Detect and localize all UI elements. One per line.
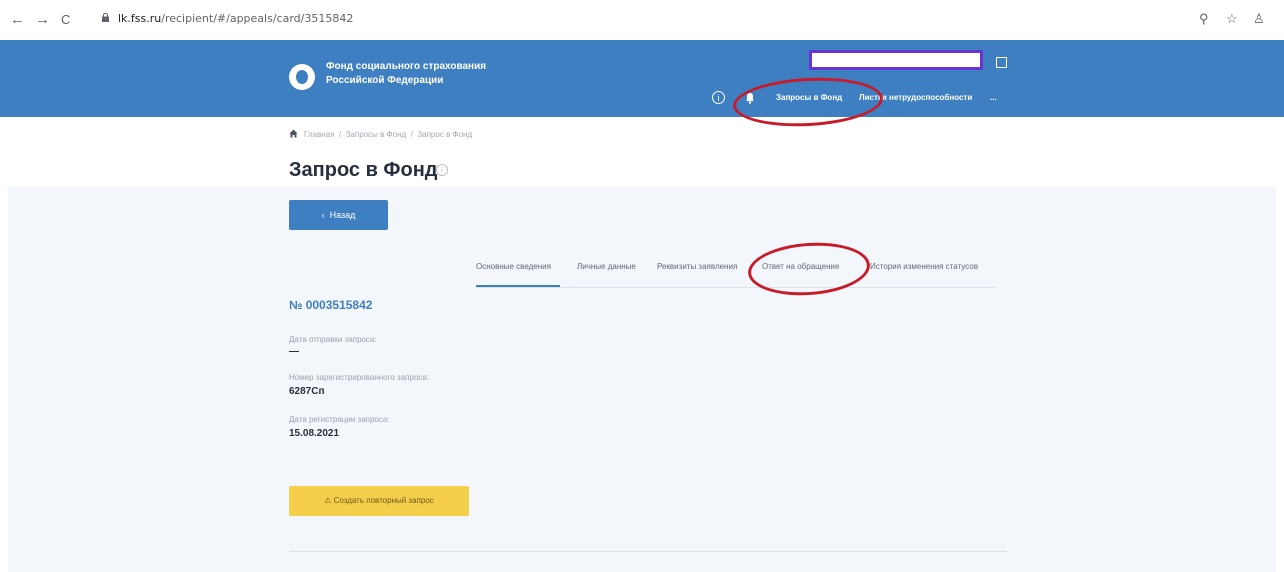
logout-icon[interactable] <box>996 57 1007 68</box>
reg-date-value: 15.08.2021 <box>289 428 340 439</box>
breadcrumb-item-requests[interactable]: Запросы в Фонд <box>346 130 407 139</box>
nav-more-link[interactable]: ... <box>990 93 997 102</box>
reg-number-value: 6287Сп <box>289 386 325 397</box>
page-title: Запрос в Фонд <box>289 159 438 181</box>
bottom-divider <box>289 551 1007 552</box>
main-content <box>8 187 1276 572</box>
reload-icon[interactable]: C <box>61 11 70 29</box>
send-date-label: Дата отправки запроса: <box>289 335 377 344</box>
logo-line-1: Фонд социального страхования <box>326 61 487 72</box>
reg-number-label: Номер зарегистрированного запроса: <box>289 373 430 382</box>
repeat-request-button[interactable]: ⚠ Создать повторный запрос <box>289 486 469 516</box>
url-path: /recipient/#/appeals/card/3515842 <box>161 12 354 25</box>
home-icon[interactable] <box>289 129 298 138</box>
repeat-request-label: Создать повторный запрос <box>333 496 434 505</box>
address-bar[interactable]: lk.fss.ru/recipient/#/appeals/card/35158… <box>118 12 353 25</box>
send-date-value: — <box>289 346 299 357</box>
lock-icon <box>102 13 109 22</box>
breadcrumb: Главная / Запросы в Фонд / Запрос в Фонд <box>304 130 473 139</box>
warning-icon: ⚠ <box>324 496 334 505</box>
fss-logo-icon[interactable] <box>289 64 315 90</box>
chevron-left-icon: ‹ <box>321 210 330 220</box>
back-button[interactable]: ‹ Назад <box>289 200 388 230</box>
zoom-icon[interactable]: ⚲ <box>1199 11 1209 27</box>
star-icon[interactable]: ☆ <box>1226 11 1238 27</box>
reg-date-label: Дата регистрации запроса: <box>289 415 390 424</box>
breadcrumb-item-home[interactable]: Главная <box>304 130 334 139</box>
request-number: № 0003515842 <box>289 298 373 312</box>
tab-personal-data[interactable]: Личные данные <box>577 262 636 271</box>
site-header <box>0 40 1284 117</box>
info-icon[interactable]: i <box>712 91 725 104</box>
tab-status-history[interactable]: История изменения статусов <box>870 262 978 271</box>
tab-main-info[interactable]: Основные сведения <box>476 262 551 271</box>
tab-application-details[interactable]: Реквизиты заявления <box>657 262 737 271</box>
title-info-icon[interactable]: i <box>436 164 448 176</box>
logo-line-2: Российской Федерации <box>326 75 444 86</box>
profile-icon[interactable]: ♙ <box>1253 11 1265 27</box>
active-tab-indicator <box>476 285 560 287</box>
url-host: lk.fss.ru <box>118 12 162 25</box>
breadcrumb-item-current: Запрос в Фонд <box>417 130 473 139</box>
header-search-input[interactable] <box>809 50 983 70</box>
forward-arrow-icon[interactable]: → <box>35 11 50 29</box>
back-button-label: Назад <box>329 210 356 220</box>
tabs-divider <box>476 287 996 288</box>
site-logo-text[interactable]: Фонд социального страхования Российской … <box>326 60 486 88</box>
back-arrow-icon[interactable]: ← <box>10 11 25 29</box>
